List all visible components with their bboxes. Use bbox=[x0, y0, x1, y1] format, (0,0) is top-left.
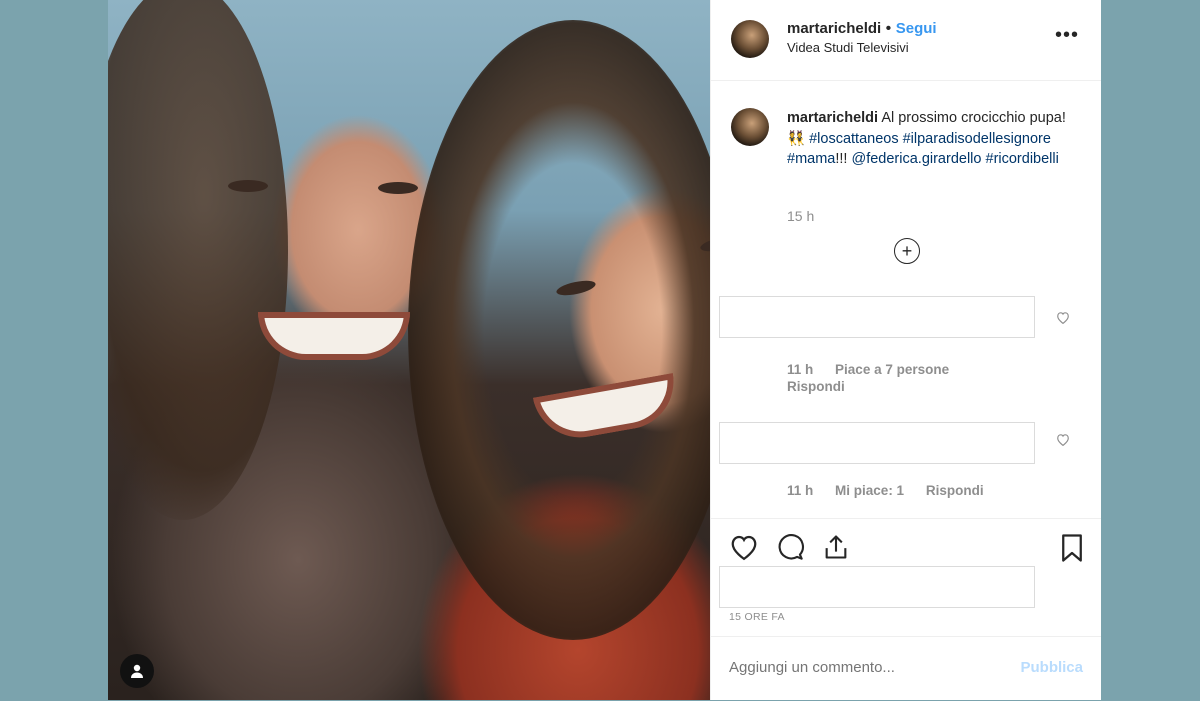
comment-redacted bbox=[719, 422, 1035, 464]
post-header: martaricheldi • Segui Videa Studi Televi… bbox=[711, 0, 1101, 81]
instagram-post: martaricheldi • Segui Videa Studi Televi… bbox=[108, 0, 1101, 700]
separator-dot: • bbox=[885, 20, 892, 37]
hashtag-link[interactable]: #mama bbox=[787, 151, 835, 167]
comment-meta: 11 h Mi piace: 1 Rispondi bbox=[787, 483, 1002, 498]
mention-link[interactable]: @federica.girardello bbox=[851, 151, 981, 167]
reply-button[interactable]: Rispondi bbox=[787, 379, 845, 394]
comment-like-button[interactable] bbox=[1056, 311, 1070, 327]
publish-button[interactable]: Pubblica bbox=[1020, 659, 1083, 676]
photo-detail bbox=[378, 182, 418, 194]
photo-detail bbox=[258, 312, 410, 360]
heart-icon bbox=[1057, 434, 1069, 447]
header-line: martaricheldi • Segui bbox=[787, 20, 937, 38]
username-link[interactable]: martaricheldi bbox=[787, 20, 881, 37]
hashtag-link[interactable]: #ilparadisodellesignore bbox=[903, 131, 1051, 147]
avatar[interactable] bbox=[731, 20, 769, 58]
comment-time: 11 h bbox=[787, 483, 814, 498]
likes-redacted bbox=[719, 566, 1035, 608]
comment-likes-link[interactable]: Mi piace: 1 bbox=[835, 483, 904, 498]
post-sidebar: martaricheldi • Segui Videa Studi Televi… bbox=[710, 0, 1101, 700]
share-icon bbox=[825, 535, 847, 559]
hashtag-link[interactable]: #ricordibelli bbox=[986, 151, 1059, 167]
save-button[interactable] bbox=[1059, 533, 1085, 570]
comment-likes-link[interactable]: Piace a 7 persone bbox=[835, 362, 949, 377]
photo-detail bbox=[228, 180, 268, 192]
caption-emoji: 👯 bbox=[787, 130, 806, 147]
more-horizontal-icon: ••• bbox=[1054, 24, 1079, 46]
comment-meta: 11 h Piace a 7 persone bbox=[787, 362, 967, 377]
follow-button[interactable]: Segui bbox=[896, 20, 937, 37]
comment-meta: Rispondi bbox=[787, 379, 863, 394]
more-options-button[interactable]: ••• bbox=[1055, 24, 1079, 47]
caption-time: 15 h bbox=[787, 208, 815, 224]
comment-input[interactable] bbox=[729, 659, 999, 676]
photo-detail bbox=[408, 20, 710, 640]
caption-text: Al prossimo crocicchio pupa! bbox=[881, 110, 1066, 126]
comment-time: 11 h bbox=[787, 362, 814, 377]
photo-detail bbox=[108, 0, 288, 520]
comment-bar: Pubblica bbox=[711, 636, 1101, 701]
comment-button[interactable] bbox=[775, 533, 805, 568]
share-button[interactable] bbox=[821, 533, 851, 568]
caption-username[interactable]: martaricheldi bbox=[787, 110, 878, 126]
bookmark-icon bbox=[1062, 534, 1082, 562]
heart-icon bbox=[1057, 312, 1069, 325]
reply-button[interactable]: Rispondi bbox=[926, 483, 984, 498]
plus-circle-icon: + bbox=[901, 241, 913, 261]
posted-time: 15 ORE FA bbox=[729, 611, 785, 623]
comment-like-button[interactable] bbox=[1056, 433, 1070, 449]
hashtag-link[interactable]: #loscattaneos bbox=[809, 131, 898, 147]
caption-avatar[interactable] bbox=[731, 108, 769, 146]
heart-icon bbox=[731, 535, 757, 561]
comment-icon bbox=[778, 534, 804, 560]
load-more-comments-button[interactable]: + bbox=[894, 238, 920, 264]
post-photo[interactable] bbox=[108, 0, 710, 700]
location-link[interactable]: Videa Studi Televisivi bbox=[787, 40, 909, 55]
caption: martaricheldi Al prossimo crocicchio pup… bbox=[787, 108, 1077, 170]
like-button[interactable] bbox=[729, 533, 759, 568]
caption-exclaim: !!! bbox=[835, 151, 848, 167]
user-icon bbox=[131, 664, 143, 678]
comment-redacted bbox=[719, 296, 1035, 338]
tagged-users-button[interactable] bbox=[120, 654, 154, 688]
